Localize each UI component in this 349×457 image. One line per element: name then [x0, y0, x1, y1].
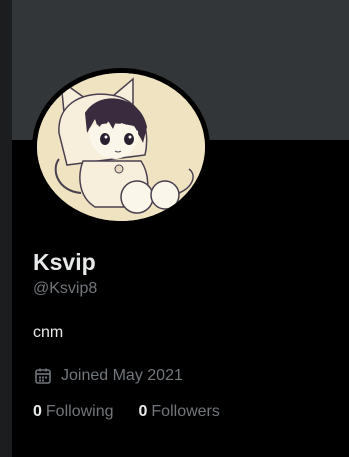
- following-link[interactable]: 0 Following: [33, 403, 114, 421]
- user-handle: @Ksvip8: [33, 280, 98, 297]
- followers-link[interactable]: 0 Followers: [139, 403, 220, 421]
- column-border: [0, 0, 12, 457]
- calendar-icon: [33, 366, 53, 386]
- following-count: 0: [33, 403, 42, 420]
- profile-page: Ksvip @Ksvip8 cnm Joined May 2021 0 Foll…: [0, 0, 349, 457]
- join-date-text: Joined May 2021: [61, 367, 183, 384]
- followers-count: 0: [138, 403, 148, 420]
- display-name: Ksvip: [33, 249, 96, 275]
- avatar[interactable]: [37, 73, 205, 221]
- join-date: Joined May 2021: [33, 365, 183, 387]
- anime-cat-hood-avatar-icon: [37, 73, 205, 221]
- following-label: Following: [45, 403, 114, 420]
- follow-stats: 0 Following 0 Followers: [33, 403, 245, 421]
- profile-bio: cnm: [33, 324, 64, 341]
- followers-label: Followers: [151, 403, 220, 420]
